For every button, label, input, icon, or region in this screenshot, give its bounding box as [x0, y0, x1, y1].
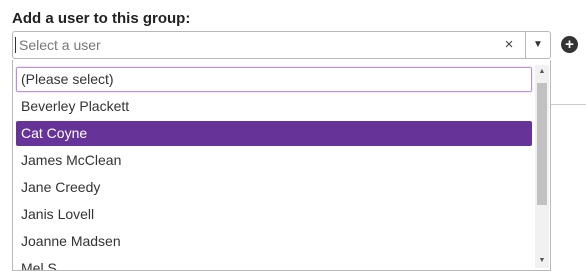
option-please-select[interactable]: (Please select) [16, 67, 532, 92]
user-select[interactable]: × ▼ [12, 31, 551, 59]
user-search-input[interactable] [13, 32, 503, 58]
option-mel-s[interactable]: Mel S [16, 256, 532, 270]
option-cat-coyne[interactable]: Cat Coyne [16, 121, 532, 146]
option-janis-lovell[interactable]: Janis Lovell [16, 202, 532, 227]
background-panel [545, 104, 586, 271]
scroll-down-icon[interactable]: ▼ [535, 254, 549, 268]
add-user-heading: Add a user to this group: [12, 10, 191, 27]
option-jane-creedy[interactable]: Jane Creedy [16, 175, 532, 200]
option-joanne-madsen[interactable]: Joanne Madsen [16, 229, 532, 254]
text-cursor [15, 37, 16, 53]
scrollbar-thumb[interactable] [537, 83, 547, 205]
user-options-list[interactable]: (Please select) Beverley Plackett Cat Co… [12, 60, 551, 271]
close-icon[interactable]: × [501, 36, 517, 54]
scroll-up-icon[interactable]: ▲ [535, 65, 549, 79]
chevron-down-icon[interactable]: ▼ [525, 32, 550, 58]
options-scrollbar[interactable]: ▲ ▼ [535, 65, 549, 268]
plus-circle-icon[interactable]: + [561, 36, 578, 53]
option-beverley-plackett[interactable]: Beverley Plackett [16, 94, 532, 119]
option-james-mcclean[interactable]: James McClean [16, 148, 532, 173]
